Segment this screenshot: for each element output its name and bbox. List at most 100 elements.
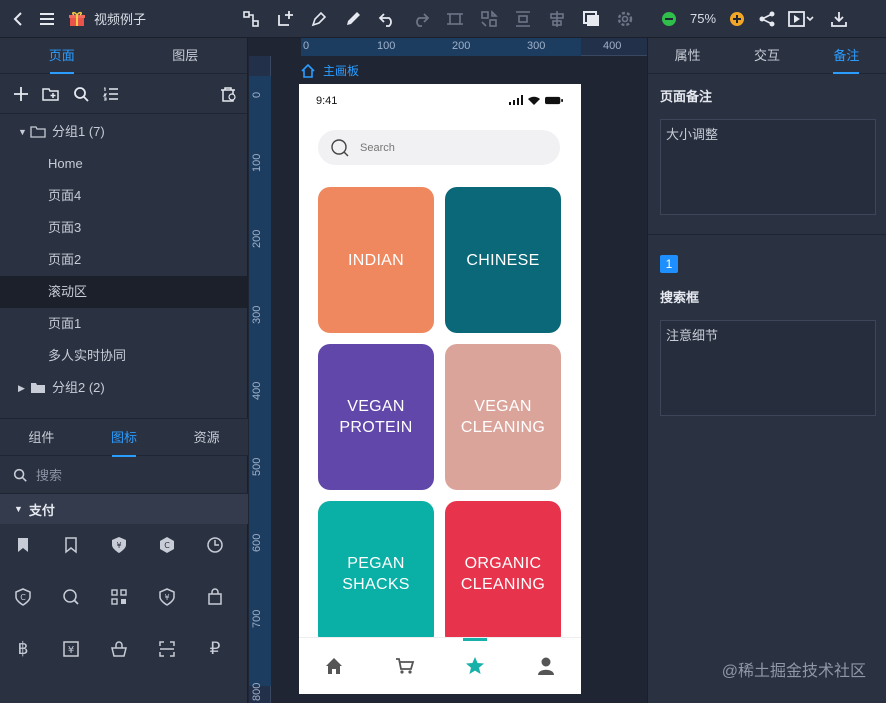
tile-label-1: CHINESE xyxy=(466,251,540,269)
numbered-list-icon[interactable] xyxy=(100,83,122,105)
coin-shield-icon[interactable]: C xyxy=(154,532,180,558)
scan-icon[interactable] xyxy=(154,636,180,662)
tree-item-page3[interactable]: 页面3 xyxy=(0,212,247,244)
component-icon[interactable] xyxy=(478,8,500,30)
svg-text:¥: ¥ xyxy=(68,645,74,656)
share-icon[interactable] xyxy=(756,8,778,30)
tab-layers[interactable]: 图层 xyxy=(124,38,248,74)
ruler-mark: 200 xyxy=(452,40,471,52)
zoom-out-icon[interactable] xyxy=(658,8,680,30)
cart-icon[interactable] xyxy=(395,656,415,676)
tree-item-collab[interactable]: 多人实时协同 xyxy=(0,340,247,372)
search-input[interactable]: Search xyxy=(318,130,560,165)
phone-artboard[interactable]: 9:41 Search INDIAN CHINESE VEGAN PROTEIN … xyxy=(299,84,581,694)
svg-text:C: C xyxy=(164,541,170,550)
undo-icon[interactable] xyxy=(376,8,398,30)
pen-icon[interactable] xyxy=(308,8,330,30)
bookmark-outline-icon[interactable] xyxy=(58,532,84,558)
add-page-icon[interactable] xyxy=(10,83,32,105)
home-icon[interactable] xyxy=(324,656,344,676)
ruler-mark: 800 xyxy=(251,682,263,701)
add-folder-icon[interactable] xyxy=(40,83,62,105)
settings-icon[interactable] xyxy=(614,8,636,30)
right-panel: 属性 交互 备注 页面备注 大小调整 1 搜索框 注意细节 @稀土掘金技术社区 xyxy=(647,38,886,703)
tree-group-label: 分组1 (7) xyxy=(52,124,105,139)
connector-icon[interactable] xyxy=(240,8,262,30)
crop-icon[interactable] xyxy=(444,8,466,30)
ruler-mark: 300 xyxy=(527,40,546,52)
tree-item-home[interactable]: Home xyxy=(0,148,247,180)
tree-group-1[interactable]: ▼ 分组1 (7) xyxy=(0,116,247,148)
align-center-icon[interactable] xyxy=(546,8,568,30)
tab-assets[interactable]: 资源 xyxy=(165,419,248,457)
tree-item-page4[interactable]: 页面4 xyxy=(0,180,247,212)
category-tile-organic-cleaning[interactable]: ORGANIC CLEANING xyxy=(445,501,561,647)
tab-pages[interactable]: 页面 xyxy=(0,38,124,74)
category-tile-pegan-shacks[interactable]: PEGAN SHACKS xyxy=(318,501,434,647)
preview-icon[interactable] xyxy=(786,8,816,30)
copyright-shield-icon[interactable]: C xyxy=(10,584,36,610)
distribute-vertical-icon[interactable] xyxy=(512,8,534,30)
search-placeholder: Search xyxy=(360,141,395,154)
category-tile-vegan-cleaning[interactable]: VEGAN CLEANING xyxy=(445,344,561,490)
qr-code-icon[interactable] xyxy=(106,584,132,610)
gift-icon[interactable] xyxy=(66,8,88,30)
bookmark-icon[interactable] xyxy=(10,532,36,558)
icon-search[interactable]: 搜索 xyxy=(0,456,248,494)
left-panel: 页面 图层 ▼ 分组1 (7) Home 页面4 页面3 页面2 滚动区 页面1 xyxy=(0,38,248,703)
category-tile-indian[interactable]: INDIAN xyxy=(318,187,434,333)
ruler-mark: 200 xyxy=(251,229,263,248)
tree-item-page2[interactable]: 页面2 xyxy=(0,244,247,276)
redo-icon[interactable] xyxy=(410,8,432,30)
tile-label-2: CLEANING xyxy=(460,419,546,436)
clock-money-icon[interactable] xyxy=(202,532,228,558)
menu-icon[interactable] xyxy=(36,8,58,30)
back-icon[interactable] xyxy=(8,8,30,30)
baht-icon[interactable]: ฿ xyxy=(10,636,36,662)
yen-shield-icon[interactable]: ¥ xyxy=(106,532,132,558)
add-frame-icon[interactable] xyxy=(274,8,296,30)
tab-interaction[interactable]: 交互 xyxy=(727,38,806,74)
ruler-mark: 500 xyxy=(251,457,263,476)
project-title[interactable]: 视频例子 xyxy=(94,9,146,28)
tab-components[interactable]: 组件 xyxy=(0,419,83,457)
tab-properties[interactable]: 属性 xyxy=(648,38,727,74)
horizontal-ruler: 0 100 200 300 400 xyxy=(301,38,647,56)
caret-down-icon[interactable]: ▼ xyxy=(18,116,30,148)
shopping-bag-icon[interactable] xyxy=(202,584,228,610)
page-note-title: 页面备注 xyxy=(660,89,713,104)
element-note-textarea[interactable]: 注意细节 xyxy=(660,320,876,416)
tab-notes[interactable]: 备注 xyxy=(807,38,886,74)
design-canvas[interactable]: 0 100 200 300 400 0 100 200 300 400 500 … xyxy=(249,38,647,703)
tab-icons[interactable]: 图标 xyxy=(83,419,166,457)
tree-group-2[interactable]: ▶ 分组2 (2) xyxy=(0,372,247,404)
profile-icon[interactable] xyxy=(536,656,556,676)
tree-item-scroll-area[interactable]: 滚动区 xyxy=(0,276,247,308)
caret-right-icon[interactable]: ▶ xyxy=(18,372,30,404)
page-note-textarea[interactable]: 大小调整 xyxy=(660,119,876,215)
delete-page-icon[interactable] xyxy=(217,83,239,105)
search-icon xyxy=(13,468,27,482)
star-icon[interactable] xyxy=(465,656,485,676)
ruler-mark: 400 xyxy=(603,40,622,52)
bag-icon[interactable] xyxy=(106,636,132,662)
frame-icon[interactable] xyxy=(580,8,602,30)
zoom-in-icon[interactable] xyxy=(726,8,748,30)
note-index-badge: 1 xyxy=(660,255,678,273)
download-icon[interactable] xyxy=(828,8,850,30)
tile-label-2: PROTEIN xyxy=(339,419,413,436)
zoom-level[interactable]: 75% xyxy=(690,11,716,26)
coin-search-icon[interactable] xyxy=(58,584,84,610)
tree-item-page1[interactable]: 页面1 xyxy=(0,308,247,340)
ruler-mark: 100 xyxy=(377,40,396,52)
wifi-icon xyxy=(528,96,540,105)
yen-shield-outline-icon[interactable]: ¥ xyxy=(154,584,180,610)
yen-box-icon[interactable]: ¥ xyxy=(58,636,84,662)
search-icon[interactable] xyxy=(70,83,92,105)
pencil-icon[interactable] xyxy=(342,8,364,30)
artboard-label[interactable]: 主画板 xyxy=(301,62,359,79)
category-payment[interactable]: ▼ 支付 xyxy=(0,494,248,524)
category-tile-chinese[interactable]: CHINESE xyxy=(445,187,561,333)
category-tile-vegan-protein[interactable]: VEGAN PROTEIN xyxy=(318,344,434,490)
ruble-icon[interactable]: ₽ xyxy=(202,636,228,662)
